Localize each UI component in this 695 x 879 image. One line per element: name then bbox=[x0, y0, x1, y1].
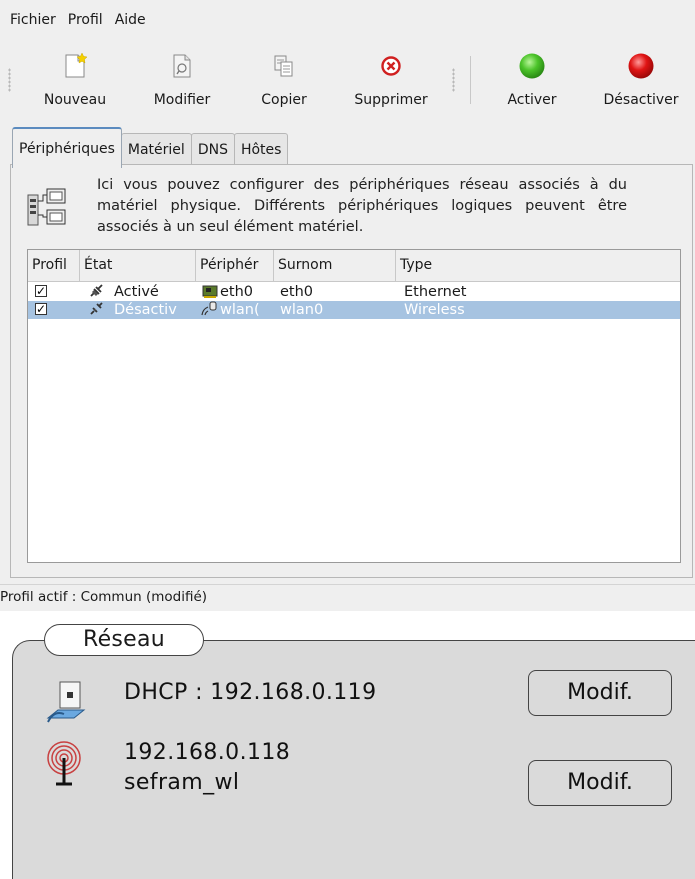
green-light-icon bbox=[518, 52, 546, 80]
tab-materiel[interactable]: Matériel bbox=[120, 133, 192, 166]
tab-dns[interactable]: DNS bbox=[190, 133, 235, 166]
activate-button[interactable]: Activer bbox=[494, 46, 570, 116]
profile-checkbox[interactable]: ✓ bbox=[35, 285, 47, 297]
new-button[interactable]: Nouveau bbox=[34, 46, 116, 116]
modify-button[interactable]: Modifier bbox=[142, 46, 222, 116]
menu-fichier[interactable]: Fichier bbox=[10, 12, 56, 28]
copy-button[interactable]: Copier bbox=[252, 46, 316, 116]
delete-button-label: Supprimer bbox=[354, 92, 428, 108]
tab-bar: Périphériques Matériel DNS Hôtes bbox=[12, 127, 289, 168]
network-config-window: Fichier Profil Aide Nouveau Modifier Cop… bbox=[0, 0, 695, 611]
toolbar-separator bbox=[470, 56, 471, 104]
network-group-title: Réseau bbox=[44, 624, 204, 656]
deactivate-button[interactable]: Désactiver bbox=[590, 46, 692, 116]
ethernet-card-icon bbox=[202, 283, 218, 301]
wifi-ssid-text: sefram_wl bbox=[124, 770, 240, 795]
table-row[interactable]: ✓ Désactiv wlan( wlan0 Wireless bbox=[28, 301, 680, 319]
devices-panel: Ici vous pouvez configurer des périphéri… bbox=[10, 164, 693, 578]
wifi-info: 192.168.0.118 sefram_wl bbox=[124, 738, 290, 798]
col-peripherique[interactable]: Périphér bbox=[196, 250, 274, 281]
wifi-ip-text: 192.168.0.118 bbox=[124, 740, 291, 765]
nickname-cell: eth0 bbox=[280, 284, 314, 300]
toolbar: Nouveau Modifier Copier Supprimer Active… bbox=[0, 42, 695, 120]
network-devices-icon bbox=[27, 187, 67, 231]
dhcp-text: DHCP : 192.168.0.119 bbox=[124, 680, 377, 705]
red-light-icon bbox=[627, 52, 655, 80]
type-cell: Ethernet bbox=[404, 284, 467, 300]
wireless-antenna-icon bbox=[44, 740, 84, 790]
type-cell: Wireless bbox=[404, 302, 465, 318]
nickname-cell: wlan0 bbox=[280, 302, 324, 318]
col-type[interactable]: Type bbox=[396, 250, 680, 281]
new-button-label: Nouveau bbox=[43, 92, 107, 108]
state-cell: Désactiv bbox=[114, 302, 177, 318]
activate-button-label: Activer bbox=[507, 92, 557, 108]
menu-profil[interactable]: Profil bbox=[68, 12, 103, 28]
copy-button-label: Copier bbox=[261, 92, 307, 108]
info-text: Ici vous pouvez configurer des périphéri… bbox=[97, 177, 627, 235]
modify-wireless-button[interactable]: Modif. bbox=[528, 760, 672, 806]
device-cell: eth0 bbox=[220, 284, 254, 300]
delete-button[interactable]: Supprimer bbox=[342, 46, 440, 116]
new-document-icon bbox=[61, 52, 89, 80]
state-cell: Activé bbox=[114, 284, 159, 300]
modify-button-label: Modifier bbox=[153, 92, 211, 108]
copy-icon bbox=[270, 52, 298, 80]
devices-table[interactable]: Profil État Périphér Surnom Type ✓ Activ… bbox=[27, 249, 681, 563]
toolbar-handle-2[interactable] bbox=[452, 68, 455, 92]
modify-wired-button[interactable]: Modif. bbox=[528, 670, 672, 716]
unplugged-icon bbox=[88, 301, 110, 319]
col-surnom[interactable]: Surnom bbox=[274, 250, 396, 281]
table-row[interactable]: ✓ Activé eth0 eth0 Ethernet bbox=[28, 283, 680, 301]
tab-peripheriques[interactable]: Périphériques bbox=[12, 127, 122, 168]
col-etat[interactable]: État bbox=[80, 250, 196, 281]
device-cell: wlan( bbox=[220, 302, 260, 318]
tab-hotes[interactable]: Hôtes bbox=[233, 133, 289, 166]
toolbar-handle[interactable] bbox=[8, 68, 11, 92]
delete-icon bbox=[377, 52, 405, 80]
status-bar: Profil actif : Commun (modifié) bbox=[0, 584, 695, 611]
profile-checkbox[interactable]: ✓ bbox=[35, 303, 47, 315]
menu-aide[interactable]: Aide bbox=[115, 12, 146, 28]
menu-bar: Fichier Profil Aide bbox=[0, 0, 695, 40]
info-box: Ici vous pouvez configurer des périphéri… bbox=[27, 175, 667, 241]
edit-document-icon bbox=[168, 52, 196, 80]
table-header: Profil État Périphér Surnom Type bbox=[28, 250, 680, 282]
wireless-icon bbox=[200, 301, 218, 319]
col-profil[interactable]: Profil bbox=[28, 250, 80, 281]
plug-icon bbox=[88, 283, 110, 301]
deactivate-button-label: Désactiver bbox=[603, 92, 679, 108]
wired-network-icon bbox=[44, 680, 88, 724]
